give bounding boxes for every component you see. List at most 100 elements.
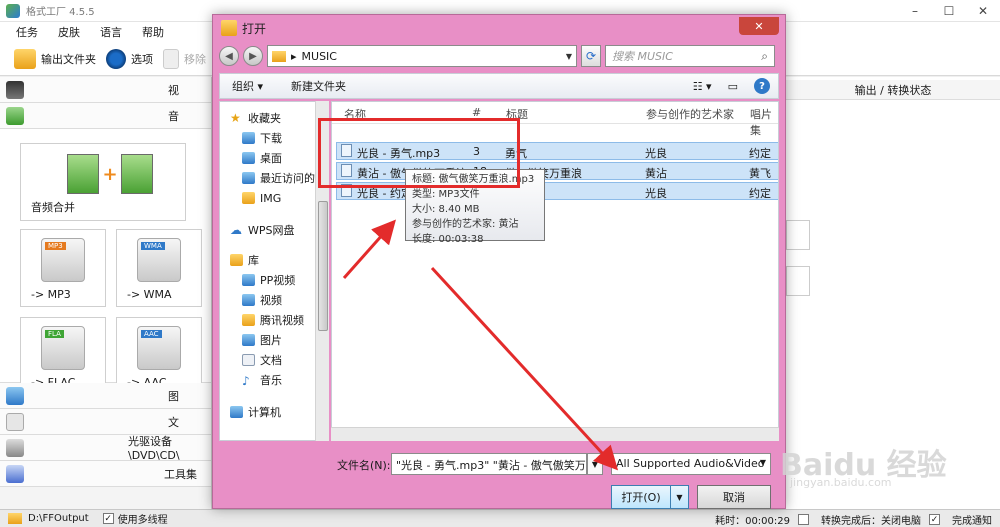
flac-badge: FLA <box>45 330 64 338</box>
video-library-icon <box>242 294 255 306</box>
preview-pane-icon[interactable]: ▭ <box>728 80 738 93</box>
pictures-icon <box>242 334 255 346</box>
nav-recent[interactable]: 最近访问的 <box>220 168 328 188</box>
app-title: 格式工厂 4.5.5 <box>26 7 95 18</box>
to-wma-label: -> WMA <box>127 288 172 301</box>
nav-tencent-video[interactable]: 腾讯视频 <box>220 310 328 330</box>
to-wma-tile[interactable]: WMA -> WMA <box>116 229 202 307</box>
remove-icon <box>163 48 179 69</box>
file-album: 约定 <box>749 187 771 200</box>
after-convert-checkbox[interactable] <box>798 514 809 525</box>
file-artist: 光良 <box>645 147 667 160</box>
nav-wps[interactable]: ☁ WPS网盘 <box>220 220 328 240</box>
options-icon <box>106 48 126 69</box>
video-library-icon <box>242 274 255 286</box>
nav-desktop[interactable]: 桌面 <box>220 148 328 168</box>
star-icon: ★ <box>230 111 241 125</box>
search-placeholder: 搜索 MUSIC <box>612 50 673 63</box>
window-controls: – ☐ ✕ <box>898 0 1000 22</box>
multithread-checkbox[interactable]: ✓ <box>102 513 114 524</box>
task-field[interactable] <box>786 220 810 250</box>
recent-icon <box>242 172 255 184</box>
nav-computer[interactable]: 计算机 <box>220 402 328 422</box>
new-folder-button[interactable]: 新建文件夹 <box>291 78 346 94</box>
forward-arrow-icon[interactable]: ▶ <box>243 46 263 66</box>
minimize-icon[interactable]: – <box>898 0 932 22</box>
category-image[interactable]: 图 <box>0 383 211 409</box>
nav-music[interactable]: ♪ 音乐 <box>220 370 328 390</box>
nav-documents[interactable]: 文档 <box>220 350 328 370</box>
category-audio[interactable]: 音 <box>0 103 211 129</box>
menu-language[interactable]: 语言 <box>100 24 122 40</box>
category-video[interactable]: 视 <box>0 77 211 103</box>
dialog-close-button[interactable]: ✕ <box>739 17 779 35</box>
file-artist: 光良 <box>645 187 667 200</box>
remove-label: 移除 <box>184 52 206 66</box>
nav-pictures[interactable]: 图片 <box>220 330 328 350</box>
column-album[interactable]: 唱片集 <box>750 106 778 138</box>
search-icon: ⌕ <box>761 49 768 63</box>
dialog-titlebar: 打开 ✕ <box>213 15 785 41</box>
category-video-label: 视 <box>168 83 179 97</box>
options-button[interactable]: 选项 <box>106 48 153 69</box>
address-bar[interactable]: ▸ MUSIC ▼ <box>267 45 577 67</box>
nav-img[interactable]: IMG <box>220 188 328 208</box>
category-document[interactable]: 文 <box>0 409 211 435</box>
statusbar: D:\FFOutput ✓ 使用多线程 耗时：00:00:29 转换完成后：关闭… <box>0 509 1000 527</box>
category-disc[interactable]: 光驱设备\DVD\CD\ <box>0 435 211 462</box>
search-input[interactable]: 搜索 MUSIC ⌕ <box>605 45 775 67</box>
to-mp3-tile[interactable]: MP3 -> MP3 <box>20 229 106 307</box>
navigation-pane: ★ 收藏夹 下载 桌面 最近访问的 IMG ☁ WPS网盘 库 PP视频 视频 腾讯… <box>219 101 329 441</box>
nav-favorites-label: 收藏夹 <box>248 112 281 125</box>
help-icon[interactable]: ? <box>754 78 770 94</box>
menu-skin[interactable]: 皮肤 <box>58 24 80 40</box>
task-field[interactable] <box>786 266 810 296</box>
organize-button[interactable]: 组织 ▾ <box>232 78 263 94</box>
music-note-icon <box>6 106 24 125</box>
category-tools[interactable]: 工具集 <box>0 461 211 487</box>
after-convert-label: 转换完成后：关闭电脑 <box>821 516 921 527</box>
refresh-icon[interactable]: ⟳ <box>581 45 601 67</box>
menu-help[interactable]: 帮助 <box>142 24 164 40</box>
output-path[interactable]: D:\FFOutput <box>28 513 89 524</box>
category-image-label: 图 <box>168 389 179 403</box>
output-folder-button[interactable]: 输出文件夹 <box>14 48 96 69</box>
cloud-icon: ☁ <box>230 223 242 237</box>
dialog-commandbar: 组织 ▾ 新建文件夹 ☷ ▾ ▭ ? <box>219 73 779 99</box>
multithread-label: 使用多线程 <box>117 515 168 526</box>
file-artist: 黄沾 <box>645 167 667 180</box>
nav-video[interactable]: 视频 <box>220 290 328 310</box>
menu-task[interactable]: 任务 <box>16 24 38 40</box>
dialog-navbar: ◀ ▶ ▸ MUSIC ▼ ⟳ 搜索 MUSIC ⌕ <box>219 43 779 69</box>
nav-pictures-label: 图片 <box>260 334 282 347</box>
back-arrow-icon[interactable]: ◀ <box>219 46 239 66</box>
close-icon[interactable]: ✕ <box>966 0 1000 22</box>
address-path: MUSIC <box>301 49 337 63</box>
column-artists[interactable]: 参与创作的艺术家 <box>646 106 734 122</box>
notify-checkbox[interactable]: ✓ <box>929 514 940 525</box>
file-album: 约定 <box>749 147 771 160</box>
scrollbar-thumb[interactable] <box>318 201 328 331</box>
nav-tencent-label: 腾讯视频 <box>260 314 304 327</box>
baidu-watermark-url: jingyan.baidu.com <box>790 476 892 489</box>
nav-downloads[interactable]: 下载 <box>220 128 328 148</box>
tools-icon <box>6 464 24 483</box>
folder-icon <box>272 50 286 62</box>
remove-button[interactable]: 移除 <box>163 48 206 69</box>
nav-favorites[interactable]: ★ 收藏夹 <box>220 108 328 128</box>
nav-libraries[interactable]: 库 <box>220 250 328 270</box>
left-panel: 视 音 + 音频合并 MP3 -> MP3 WMA -> WMA FLA -> … <box>0 77 212 509</box>
nav-pp-label: PP视频 <box>260 274 296 287</box>
filename-input[interactable]: "光良 - 勇气.mp3" "黄沾 - 傲气傲笑万重浪.mp3" <box>391 453 587 475</box>
view-options-icon[interactable]: ☷ ▾ <box>693 80 712 93</box>
mp3-badge: MP3 <box>45 242 66 250</box>
audio-merge-tile[interactable]: + 音频合并 <box>20 143 186 221</box>
output-status-column[interactable]: 输出 / 转换状态 <box>786 80 1000 100</box>
highlight-box <box>318 118 520 188</box>
filename-label: 文件名(N): <box>337 459 391 472</box>
chevron-down-icon[interactable]: ▼ <box>566 52 572 61</box>
maximize-icon[interactable]: ☐ <box>932 0 966 22</box>
download-icon <box>242 132 255 144</box>
nav-pp-video[interactable]: PP视频 <box>220 270 328 290</box>
to-mp3-label: -> MP3 <box>31 288 71 301</box>
